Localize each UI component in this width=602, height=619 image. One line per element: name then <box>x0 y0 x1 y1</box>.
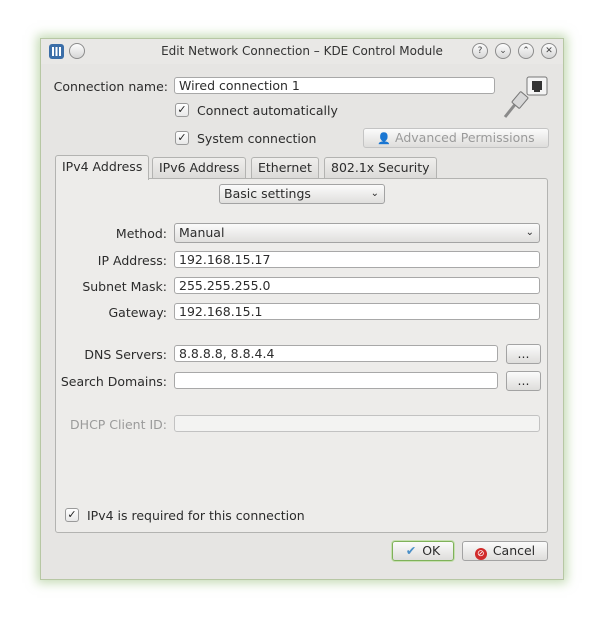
advanced-permissions-button[interactable]: 👤 Advanced Permissions <box>363 128 549 148</box>
settings-mode-select[interactable]: Basic settings ⌄ <box>219 184 385 204</box>
subnet-mask-label: Subnet Mask: <box>82 279 167 294</box>
connection-name-field[interactable]: Wired connection 1 <box>174 77 495 94</box>
tab-ipv6-address[interactable]: IPv6 Address <box>152 157 247 178</box>
ip-address-field[interactable]: 192.168.15.17 <box>174 251 540 268</box>
chevron-down-icon: ⌄ <box>525 227 534 238</box>
search-domains-label: Search Domains: <box>60 374 167 389</box>
dhcp-client-id-label: DHCP Client ID: <box>70 417 167 432</box>
minimize-icon[interactable]: ⌄ <box>495 43 511 59</box>
ip-address-label: IP Address: <box>97 253 167 268</box>
subnet-mask-field[interactable]: 255.255.255.0 <box>174 277 540 294</box>
ipv4-required-checkbox[interactable]: ✓ <box>65 508 79 522</box>
help-icon[interactable]: ? <box>472 43 488 59</box>
method-label: Method: <box>115 226 167 241</box>
connect-automatically-checkbox[interactable]: ✓ <box>175 103 189 117</box>
dhcp-client-id-field[interactable] <box>174 415 540 432</box>
cancel-icon: ⊘ <box>474 548 487 560</box>
network-wired-icon <box>503 76 548 118</box>
gateway-label: Gateway: <box>108 305 167 320</box>
chevron-down-icon: ⌄ <box>370 188 379 199</box>
ipv4-settings-panel: Basic settings ⌄ Method: Manual ⌄ IP Add… <box>55 178 548 533</box>
tab-ethernet[interactable]: Ethernet <box>251 157 319 178</box>
method-value: Manual <box>179 225 225 240</box>
connection-name-label: Connection name: <box>53 79 168 94</box>
ok-button[interactable]: ✔ OK <box>392 541 454 561</box>
maximize-icon[interactable]: ⌃ <box>518 43 534 59</box>
search-domains-edit-button[interactable]: ... <box>506 371 541 391</box>
dns-servers-field[interactable]: 8.8.8.8, 8.8.4.4 <box>174 345 498 362</box>
advanced-permissions-label: Advanced Permissions <box>395 130 535 145</box>
cancel-button[interactable]: ⊘ Cancel <box>462 541 548 561</box>
user-permissions-icon: 👤 <box>377 132 392 145</box>
check-icon: ✔ <box>405 543 417 558</box>
search-domains-field[interactable] <box>174 372 498 389</box>
tab-8021x-security[interactable]: 802.1x Security <box>324 157 437 178</box>
method-select[interactable]: Manual ⌄ <box>174 223 540 243</box>
tab-ipv4-address[interactable]: IPv4 Address <box>55 155 150 180</box>
system-connection-checkbox[interactable]: ✓ <box>175 131 189 145</box>
dns-servers-label: DNS Servers: <box>84 347 167 362</box>
close-icon[interactable]: ✕ <box>541 43 557 59</box>
title-bar[interactable]: Edit Network Connection – KDE Control Mo… <box>41 39 563 64</box>
cancel-label: Cancel <box>492 543 536 558</box>
system-connection-label: System connection <box>197 131 317 146</box>
connect-automatically-label: Connect automatically <box>197 103 338 118</box>
ok-label: OK <box>422 543 441 558</box>
gateway-field[interactable]: 192.168.15.1 <box>174 303 540 320</box>
dns-servers-edit-button[interactable]: ... <box>506 344 541 364</box>
edit-connection-window: Edit Network Connection – KDE Control Mo… <box>40 38 564 580</box>
settings-mode-value: Basic settings <box>224 186 311 201</box>
ipv4-required-label: IPv4 is required for this connection <box>87 508 305 523</box>
